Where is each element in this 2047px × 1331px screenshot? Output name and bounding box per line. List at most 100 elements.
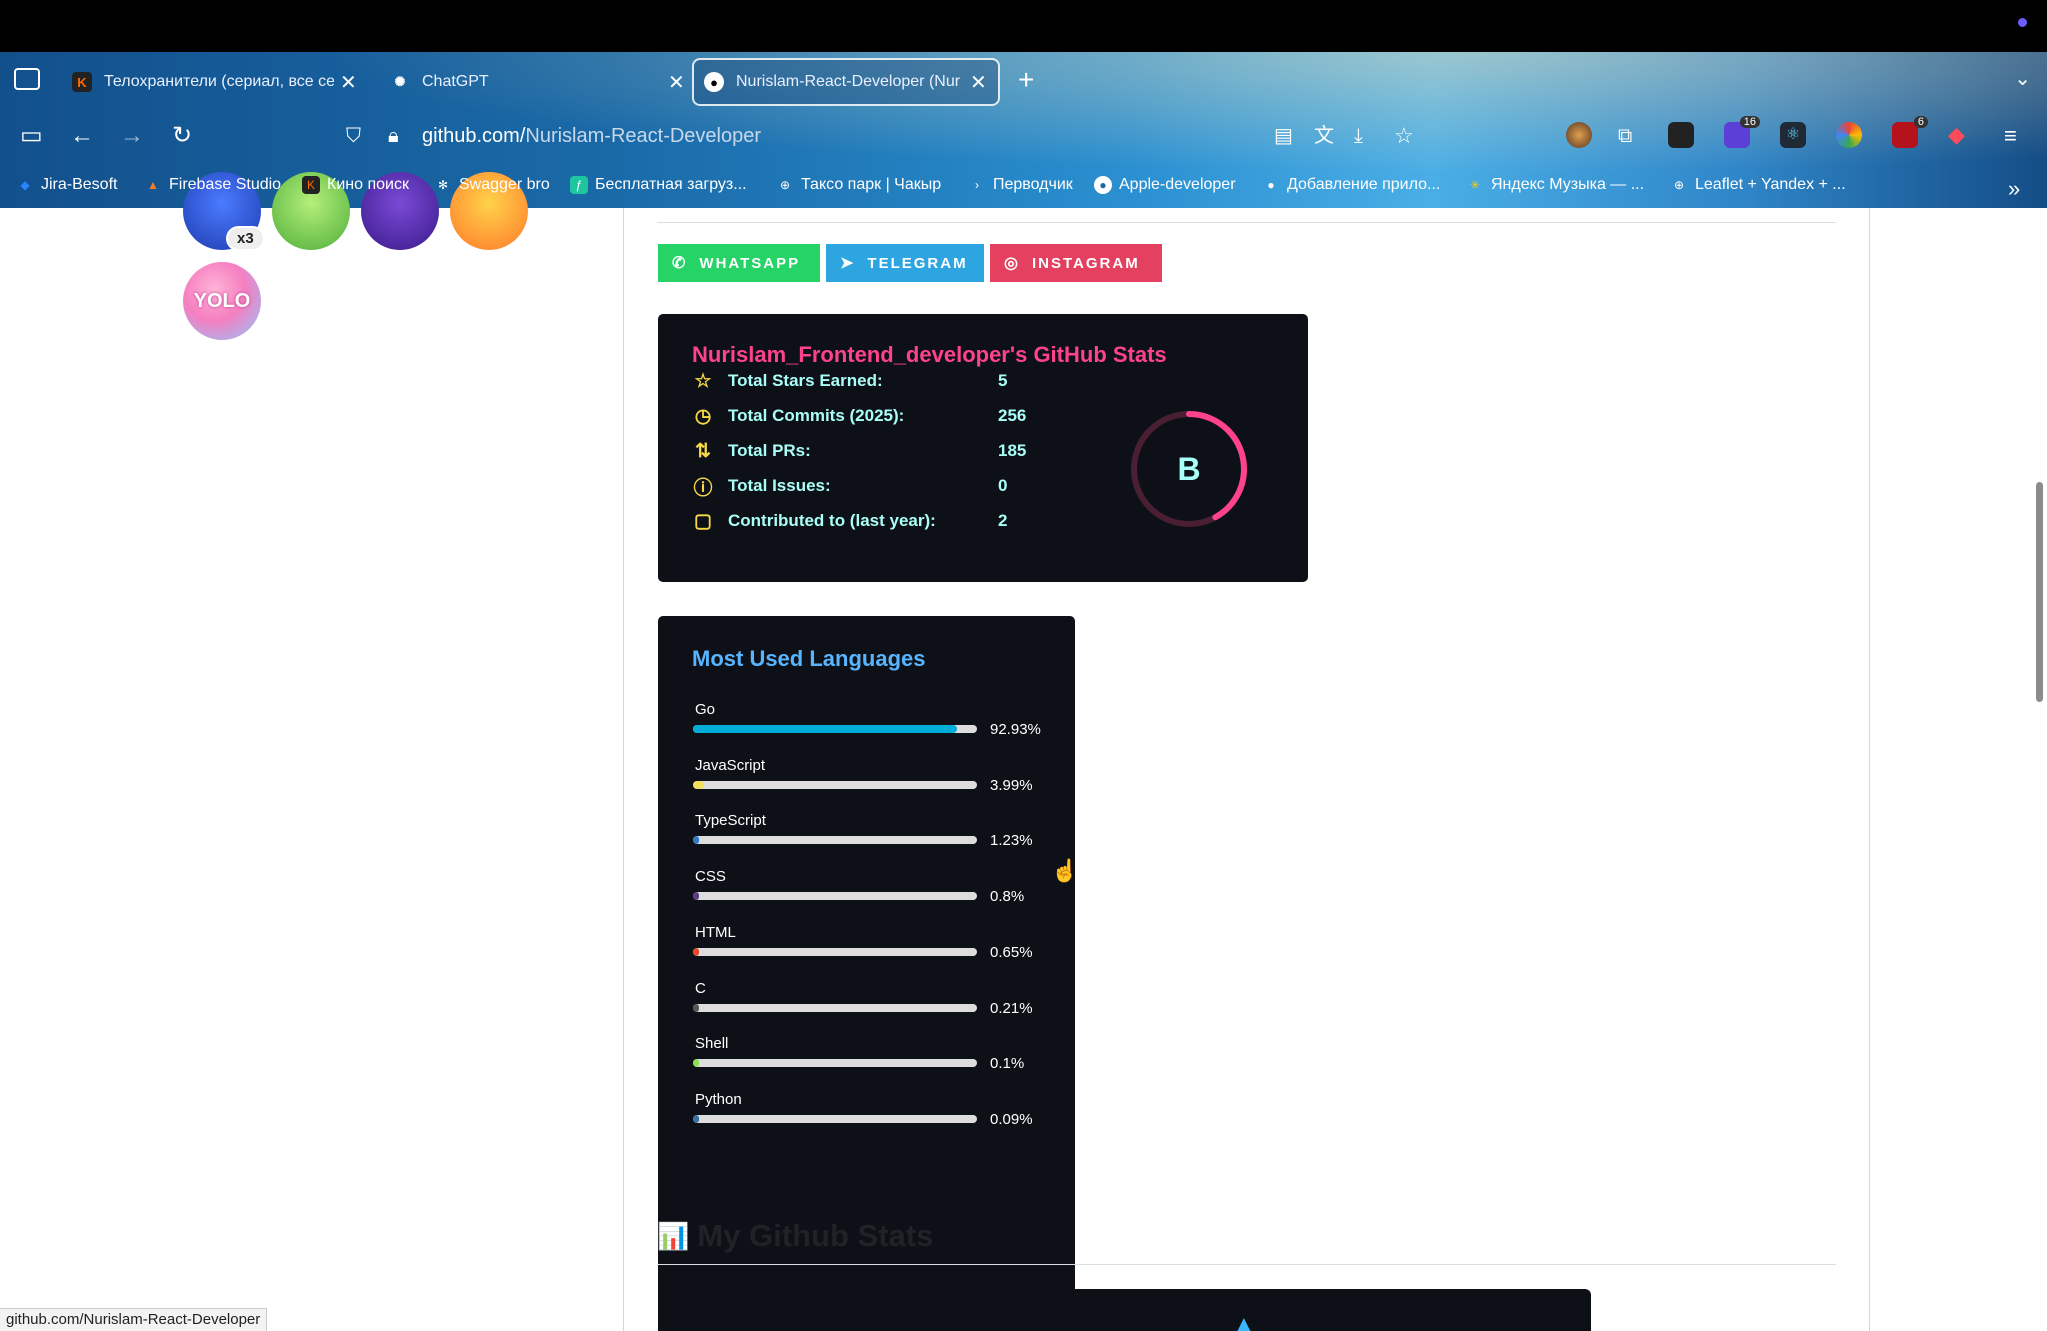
bookmark-taxi-park[interactable]: ⊕ Таксо парк | Чакыр	[776, 176, 941, 194]
extension-glasses-icon[interactable]	[1668, 122, 1694, 148]
bookmark-jira[interactable]: ◆ Jira-Besoft	[16, 176, 117, 194]
bookmark-apple-developer[interactable]: ● Apple-developer	[1094, 176, 1236, 194]
stat-value: 185	[998, 441, 1027, 460]
bookmark-free-download[interactable]: ƒ Бесплатная загруз...	[570, 176, 747, 194]
extension-avatar-icon[interactable]	[1566, 122, 1592, 148]
address-bar[interactable]: github.com/Nurislam-React-Developer	[422, 122, 761, 150]
instagram-badge[interactable]: ◎ INSTAGRAM	[990, 244, 1162, 282]
translate-icon[interactable]: 文	[1314, 120, 1334, 152]
extension-badge: 6	[1913, 116, 1928, 128]
forward-icon[interactable]: →	[120, 120, 144, 152]
close-tab-icon[interactable]: ✕	[340, 70, 357, 95]
extension-color-icon[interactable]	[1836, 122, 1862, 148]
bookmark-label: Добавление прило...	[1287, 176, 1441, 193]
bookmark-swagger[interactable]: ✻ Swagger bro	[434, 176, 550, 194]
react-devtools-icon[interactable]: ⚛	[1780, 122, 1806, 148]
shield-icon[interactable]: ⛉	[346, 120, 361, 152]
flame-icon: ▲	[1233, 1311, 1255, 1331]
telegram-badge[interactable]: ➤ TELEGRAM	[826, 244, 984, 282]
extension-purple-icon[interactable]: 16	[1724, 116, 1760, 148]
rank-letter: B	[1177, 451, 1200, 487]
reader-view-icon[interactable]: ▤	[1274, 120, 1293, 152]
language-bar-track	[693, 1059, 977, 1068]
tab-overview-icon[interactable]	[14, 68, 40, 90]
tab-list-chevron-icon[interactable]: ⌄	[2014, 66, 2031, 91]
reload-icon[interactable]: ↻	[172, 120, 192, 152]
stat-label: Total Commits (2025):	[728, 406, 905, 425]
stat-value: 2	[998, 511, 1008, 530]
language-bar-fill	[693, 1114, 699, 1123]
language-row: Go 92.93%	[693, 701, 1053, 757]
tab-chatgpt[interactable]: ✺ ChatGPT ✕	[390, 58, 685, 106]
section-heading: 📊 My Github Stats	[657, 1218, 933, 1254]
bookmark-label: Apple-developer	[1119, 176, 1236, 193]
bookmark-label: Leaflet + Yandex + ...	[1695, 176, 1846, 193]
language-bar-fill	[693, 836, 699, 845]
stat-value: 5	[998, 371, 1008, 390]
extension-ublock-icon[interactable]: 6	[1892, 116, 1928, 148]
language-percent: 0.21%	[990, 999, 1033, 1017]
issue-icon: ⓘ	[693, 477, 713, 499]
yandex-music-icon: ✳	[1469, 178, 1481, 192]
tab-title: Телохранители (сериал, все се	[104, 73, 334, 90]
browser-chrome: K Телохранители (сериал, все се ✕ ✺ Chat…	[0, 52, 2047, 208]
new-tab-icon[interactable]: +	[1018, 64, 1034, 96]
stat-value: 256	[998, 406, 1027, 425]
page-scrollbar[interactable]	[2036, 482, 2043, 702]
divider	[657, 1264, 1836, 1265]
telegram-icon: ➤	[840, 255, 856, 272]
hand-cursor-icon: ☝	[1051, 858, 1079, 883]
download-icon[interactable]: ⤓	[1354, 120, 1363, 152]
stat-row-contributed: ▢ Contributed to (last year): 2	[692, 506, 1007, 536]
language-name: Python	[695, 1090, 742, 1108]
github-stats-image-card[interactable]: ▲	[903, 1289, 1591, 1331]
github-stats-card[interactable]: Nurislam_Frontend_developer's GitHub Sta…	[658, 314, 1308, 582]
tab-telohraniteli[interactable]: K Телохранители (сериал, все се ✕	[72, 58, 357, 106]
bookmark-label: Бесплатная загруз...	[595, 176, 747, 193]
bookmark-add-app[interactable]: ● Добавление прило...	[1262, 176, 1440, 194]
tab-title: ChatGPT	[422, 73, 489, 90]
bookmark-leaflet[interactable]: ⊕ Leaflet + Yandex + ...	[1670, 176, 1846, 194]
bookmark-star-icon[interactable]: ☆	[1394, 120, 1414, 152]
sidebar-toggle-icon[interactable]: ▭	[20, 120, 43, 152]
stat-row-stars: ☆ Total Stars Earned: 5	[692, 366, 1007, 396]
whatsapp-badge[interactable]: ✆ WHATSAPP	[658, 244, 820, 282]
bookmark-kinopoisk[interactable]: K Кино поиск	[302, 176, 409, 194]
back-icon[interactable]: ←	[70, 120, 94, 152]
section-heading-text: My Github Stats	[697, 1218, 934, 1253]
tab-github-active[interactable]: ● Nurislam-React-Developer (Nur ✕	[692, 58, 1000, 106]
bookmark-label: Firebase Studio	[169, 176, 282, 193]
language-row: Shell 0.1%	[693, 1035, 1053, 1091]
language-name: HTML	[695, 923, 736, 941]
link-status-bar: github.com/Nurislam-React-Developer	[0, 1308, 268, 1331]
extension-badge: 16	[1739, 116, 1760, 128]
achievement-yolo-icon[interactable]: YOLO	[183, 262, 261, 340]
language-row: C 0.21%	[693, 980, 1053, 1036]
menu-hamburger-icon[interactable]: ≡	[2004, 120, 2017, 152]
language-name: Shell	[695, 1035, 729, 1053]
page-content: x3 YOLO ✆ WHATSAPP ➤ TELEGRAM ◎ INSTAGRAM N…	[0, 172, 2047, 1331]
language-name: TypeScript	[695, 812, 766, 830]
language-bar-track	[693, 780, 977, 789]
globe-icon: ⊕	[1673, 178, 1685, 192]
bookmark-translator[interactable]: › Перводчик	[968, 176, 1073, 194]
whatsapp-icon: ✆	[672, 255, 688, 272]
jira-icon: ◆	[20, 178, 30, 192]
extensions-puzzle-icon[interactable]: ⧉	[1618, 120, 1632, 152]
extension-eraser-icon[interactable]: ◆	[1948, 122, 1974, 148]
bookmark-label: Яндекс Музыка — ...	[1491, 176, 1645, 193]
bar-chart-emoji-icon: 📊	[657, 1220, 690, 1251]
bookmark-firebase[interactable]: ▲ Firebase Studio	[144, 176, 281, 194]
language-name: C	[695, 979, 706, 997]
bookmarks-overflow-icon[interactable]: »	[2008, 176, 2020, 202]
achievement-count-badge: x3	[226, 226, 265, 251]
language-percent: 3.99%	[990, 776, 1033, 794]
bookmark-yandex-music[interactable]: ✳ Яндекс Музыка — ...	[1466, 176, 1644, 194]
language-bar-fill	[693, 947, 699, 956]
language-row: CSS 0.8%	[693, 868, 1053, 924]
stats-card-title: Nurislam_Frontend_developer's GitHub Sta…	[692, 342, 1167, 367]
stat-label: Total Stars Earned:	[728, 371, 883, 390]
close-tab-icon[interactable]: ✕	[970, 70, 987, 95]
close-tab-icon[interactable]: ✕	[668, 70, 685, 95]
download-site-icon: ƒ	[570, 176, 588, 194]
